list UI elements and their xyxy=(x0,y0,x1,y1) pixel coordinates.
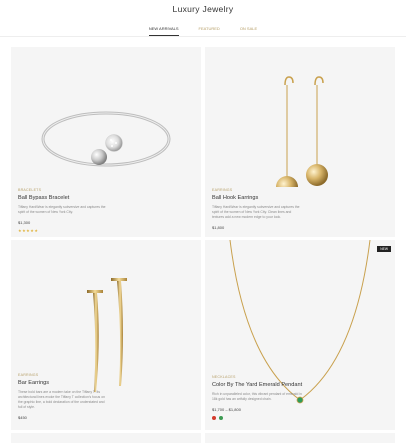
rating-stars: ★★★★★ xyxy=(18,228,39,233)
site-title: Luxury Jewelry xyxy=(172,4,234,14)
product-category: BRACELETS xyxy=(18,188,42,192)
product-card-partial[interactable] xyxy=(11,433,201,443)
product-card-partial[interactable] xyxy=(205,433,395,443)
product-card-ball-hook-earrings[interactable]: EARRINGS Ball Hook Earrings Tiffany Hard… xyxy=(205,47,395,237)
product-category: EARRINGS xyxy=(18,373,39,377)
product-name[interactable]: Ball Bypass Bracelet xyxy=(18,195,194,201)
product-category: EARRINGS xyxy=(212,188,233,192)
product-name[interactable]: Bar Earrings xyxy=(18,380,194,386)
product-card-bar-earrings[interactable]: EARRINGS Bar Earrings These bold bars ar… xyxy=(11,240,201,430)
product-card-ball-bypass-bracelet[interactable]: BRACELETS Ball Bypass Bracelet Tiffany H… xyxy=(11,47,201,237)
product-category: NECKLACES xyxy=(212,375,236,379)
product-price: $1,800 xyxy=(212,225,225,230)
product-description: These bold bars are a modern take on the… xyxy=(18,390,105,409)
product-description: Rich in unparalleled color, this vibrant… xyxy=(212,392,302,401)
tab-featured[interactable]: FEATURED xyxy=(199,26,220,36)
product-price: $1,700 – $1,800 xyxy=(212,407,241,412)
product-name[interactable]: Ball Hook Earrings xyxy=(212,195,388,201)
swatch-red[interactable] xyxy=(212,416,216,420)
product-price: $450 xyxy=(18,415,27,420)
product-tabs: NEW ARRIVALS FEATURED ON SALE xyxy=(0,26,406,36)
swatch-green[interactable] xyxy=(219,416,223,420)
product-price: $1,300 xyxy=(18,220,31,225)
product-name[interactable]: Color By The Yard Emerald Pendant xyxy=(212,382,388,388)
tab-on-sale[interactable]: ON SALE xyxy=(240,26,257,36)
product-description: Tiffany HardWear is elegantly subversive… xyxy=(212,205,300,219)
product-card-emerald-pendant[interactable]: NEW NECKLACES Color By The Yard Emerald … xyxy=(205,240,395,430)
tab-new-arrivals[interactable]: NEW ARRIVALS xyxy=(148,26,179,36)
site-header: Luxury Jewelry NEW ARRIVALS FEATURED ON … xyxy=(0,0,406,37)
color-swatches xyxy=(212,416,388,420)
product-description: Tiffany HardWear is elegantly subversive… xyxy=(18,205,106,214)
bracelet-image xyxy=(41,111,171,167)
earrings-image xyxy=(276,76,328,187)
